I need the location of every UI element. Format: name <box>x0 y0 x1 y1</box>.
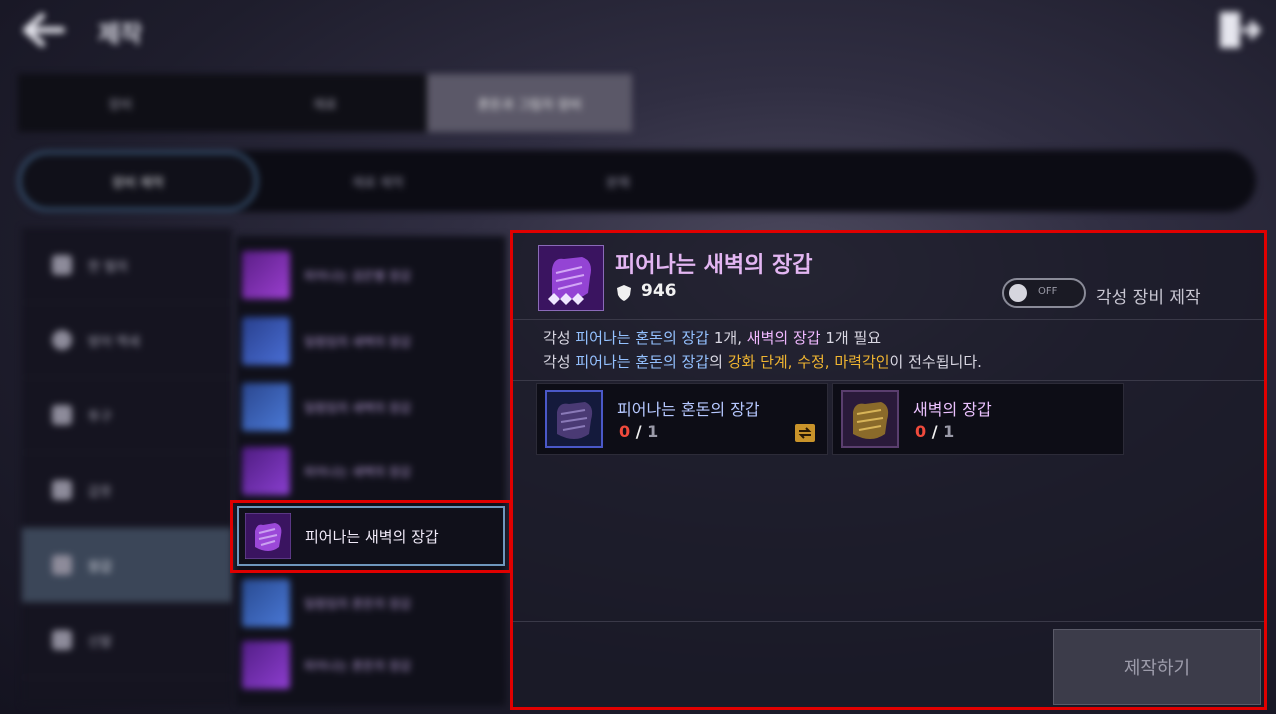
glove-icon <box>52 555 72 575</box>
sub-tabs: 장비 제작 재료 제작 분해 <box>18 150 1256 212</box>
item-list: 피어나는 검은별 장갑 일렁임의 새벽의 장갑 일렁임의 새벽의 장갑 피어나는… <box>236 236 506 706</box>
glove-icon <box>841 390 899 448</box>
list-item[interactable]: 일렁임의 혼돈의 장갑 <box>236 572 506 634</box>
category-label: 장갑 <box>88 559 112 575</box>
glove-icon <box>245 513 291 559</box>
tab-equipment[interactable]: 장비 <box>18 74 223 132</box>
glove-icon <box>242 447 290 495</box>
category-label: 한 벌의 <box>88 259 129 275</box>
material-name: 피어나는 혼돈의 장갑 <box>617 400 760 419</box>
category-set[interactable]: 한 벌의 <box>22 228 232 303</box>
armor-icon <box>52 480 72 500</box>
list-item[interactable]: 피어나는 검은별 장갑 <box>236 244 506 306</box>
list-item[interactable]: 일렁임의 새벽의 장갑 <box>236 376 506 438</box>
helmet-icon <box>52 405 72 425</box>
material-card[interactable]: 피어나는 혼돈의 장갑 0 / 1 <box>536 383 828 455</box>
shield-icon <box>617 285 631 301</box>
category-helmet[interactable]: 투구 <box>22 378 232 453</box>
top-tabs: 장비 재료 혼돈과 그림자 장비 <box>18 74 633 132</box>
toggle-state: OFF <box>1038 286 1058 297</box>
subtab-equipment-craft[interactable]: 장비 제작 <box>18 151 258 211</box>
craft-button[interactable]: 제작하기 <box>1053 629 1261 705</box>
category-sidebar: 한 벌의 방어 액세 투구 갑옷 장갑 신발 <box>22 228 232 706</box>
awaken-toggle[interactable]: OFF <box>1002 278 1086 308</box>
toggle-knob <box>1009 284 1027 302</box>
category-accessory[interactable]: 방어 액세 <box>22 303 232 378</box>
divider <box>513 380 1264 381</box>
category-label: 갑옷 <box>88 484 112 500</box>
glove-icon <box>242 251 290 299</box>
tab-chaos-shadow-equipment[interactable]: 혼돈과 그림자 장비 <box>427 74 633 132</box>
subtab-material-craft[interactable]: 재료 제작 <box>258 151 498 211</box>
glove-icon <box>545 390 603 448</box>
list-item[interactable]: 피어나는 새벽의 장갑 <box>236 440 506 502</box>
category-label: 투구 <box>88 409 112 425</box>
page-title: 제작 <box>98 20 143 48</box>
swap-icon[interactable] <box>795 424 815 442</box>
list-item-label: 피어나는 새벽의 장갑 <box>305 527 439 546</box>
awaken-craft-label: 각성 장비 제작 <box>1096 288 1201 308</box>
category-label: 방어 액세 <box>88 334 140 350</box>
tab-materials[interactable]: 재료 <box>222 74 428 132</box>
glove-icon <box>242 579 290 627</box>
glove-icon <box>242 641 290 689</box>
category-armor[interactable]: 갑옷 <box>22 453 232 528</box>
inherit-text: 각성 피어나는 혼돈의 장갑의 강화 단계, 수정, 마력각인이 전수됩니다. <box>543 353 982 371</box>
category-gloves[interactable]: 장갑 <box>22 528 232 603</box>
ring-icon <box>52 330 72 350</box>
requirement-text: 각성 피어나는 혼돈의 장갑 1개, 새벽의 장갑 1개 필요 <box>543 329 882 347</box>
glove-icon <box>538 245 604 311</box>
category-boots[interactable]: 신발 <box>22 603 232 678</box>
item-name: 피어나는 새벽의 장갑 <box>615 253 813 278</box>
list-item[interactable]: 일렁임의 새벽의 장갑 <box>236 310 506 372</box>
boot-icon <box>52 630 72 650</box>
material-count: 0 / 1 <box>915 422 955 441</box>
list-item-selected[interactable]: 피어나는 새벽의 장갑 <box>237 506 505 566</box>
divider <box>513 621 1264 622</box>
material-name: 새벽의 장갑 <box>913 400 992 419</box>
glove-icon <box>242 317 290 365</box>
divider <box>513 319 1264 320</box>
material-card[interactable]: 새벽의 장갑 0 / 1 <box>832 383 1124 455</box>
material-count: 0 / 1 <box>619 422 659 441</box>
category-label: 신발 <box>88 634 112 650</box>
helmet-icon <box>52 255 72 275</box>
item-power: 946 <box>641 281 677 301</box>
exit-icon[interactable] <box>1216 8 1262 52</box>
back-arrow-icon[interactable] <box>22 10 66 50</box>
glove-icon <box>242 383 290 431</box>
list-item[interactable]: 피어나는 혼돈의 장갑 <box>236 634 506 696</box>
subtab-disassemble[interactable]: 분해 <box>498 151 738 211</box>
detail-panel: 피어나는 새벽의 장갑 946 OFF 각성 장비 제작 각성 피어나는 혼돈의… <box>510 230 1267 710</box>
